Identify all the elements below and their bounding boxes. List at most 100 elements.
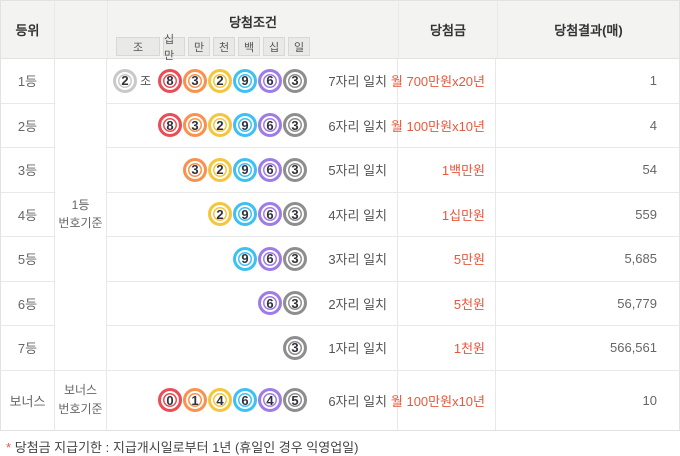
digit-label-1: 일 [288,37,310,56]
winning-balls: 3 [282,335,307,360]
prize-table: 등위 당첨조건 조 십만 만 천 백 십 일 당첨금 당첨결과(매) 1등 2등… [0,0,680,431]
winner-count: 56,779 [617,295,657,311]
prize-amount: 1십만원 [397,192,496,236]
table-row: 2963 4자리 일치 1십만원 559 [107,192,679,237]
table-row: 63 2자리 일치 5천원 56,779 [107,281,679,326]
lottery-ball: 2 [208,68,232,93]
winner-count: 10 [642,392,657,408]
rank-1: 1등 [1,59,54,104]
lottery-ball: 2 [208,157,232,182]
prize-amount: 5만원 [397,237,496,281]
result-rows: 2조832963 7자리 일치 월 700만원x20년 1 832963 6자리… [107,59,679,430]
match-label: 7자리 일치 [328,74,387,90]
lottery-ball: 3 [183,157,207,182]
winner-count: 566,561 [610,340,657,356]
basis-bonus-line2: 번호기준 [58,402,103,416]
basis-column: 1등 번호기준 보너스 번호기준 [54,59,107,430]
lottery-ball: 6 [258,202,282,227]
lottery-ball: 3 [283,157,307,182]
lottery-ball: 3 [283,202,307,227]
basis-bonus-line1: 보너스 [63,383,98,398]
lottery-ball: 0 [158,388,182,412]
lottery-ball: 2 [208,202,232,227]
lottery-ball: 8 [158,113,182,138]
header-condition-label: 당첨조건 [229,15,277,30]
winning-balls: 832963 [157,113,307,138]
match-label: 6자리 일치 [328,118,387,134]
prize-amount: 월 100만원x10년 [391,103,496,147]
lottery-ball: 6 [258,157,282,182]
rank-6: 6등 [1,282,54,326]
footnote-asterisk: * [6,439,12,455]
basis-bonus: 보너스 번호기준 [55,371,106,430]
rank-bonus: 보너스 [9,393,46,409]
condition-cell: 2963 4자리 일치 [107,193,397,237]
lottery-ball: 6 [258,113,282,138]
winning-balls: 2963 [207,202,307,227]
winner-count: 1 [649,73,657,89]
match-label: 6자리 일치 [328,393,387,409]
group-unit-label: 조 [139,74,151,89]
prize-amount: 월 700만원x20년 [391,59,496,103]
digit-place-labels: 조 십만 만 천 백 십 일 [116,34,310,62]
match-label: 3자리 일치 [328,252,387,268]
winning-balls: 014645 [157,388,307,412]
condition-cell: 63 2자리 일치 [107,282,397,326]
condition-cell: 3 1자리 일치 [107,326,397,370]
basis-first-line2: 번호기준 [58,216,103,231]
rank-4: 4등 [1,193,54,237]
rank-3: 3등 [1,148,54,193]
digit-label-100: 백 [238,37,260,56]
winning-balls: 2조832963 [112,68,307,93]
payment-deadline-note: * 당첨금 지급기한 : 지급개시일로부터 1년 (휴일인 경우 익영업일) [0,437,680,456]
prize-amount: 월 100만원x10년 [391,370,496,430]
lottery-ball: 3 [283,246,307,271]
digit-label-1k: 천 [213,37,235,56]
lottery-ball: 9 [233,113,257,138]
lottery-ball: 2 [112,68,137,93]
match-label: 5자리 일치 [328,163,387,179]
winner-count: 5,685 [624,251,657,267]
lottery-ball: 3 [283,335,307,360]
lottery-ball: 4 [258,388,282,412]
table-header: 등위 당첨조건 조 십만 만 천 백 십 일 당첨금 당첨결과(매) [1,1,679,62]
table-row: 963 3자리 일치 5만원 5,685 [107,237,679,282]
lottery-ball: 4 [208,388,232,412]
lottery-ball: 3 [183,68,207,93]
digit-label-group: 조 [116,37,160,56]
winning-balls: 32963 [182,157,307,182]
rank-2: 2등 [1,104,54,148]
table-row: 32963 5자리 일치 1백만원 54 [107,148,679,193]
lottery-ball: 3 [283,113,307,138]
rank-column: 1등 2등 3등 4등 5등 6등 7등 보너스 [1,59,54,430]
lottery-ball: 8 [158,68,182,93]
winner-count: 4 [649,117,657,133]
lottery-ball: 6 [258,246,282,271]
match-label: 4자리 일치 [328,207,387,223]
header-result: 당첨결과(매) [497,1,679,58]
digit-label-10k: 만 [188,37,210,56]
header-basis-spacer [54,1,107,58]
lottery-ball: 6 [258,68,282,93]
table-row: 832963 6자리 일치 월 100만원x10년 4 [107,103,679,148]
prize-amount: 1천원 [397,326,496,370]
winner-count: 54 [642,162,657,178]
condition-cell: 014645 6자리 일치 [107,371,397,430]
winning-balls: 963 [232,246,307,271]
lottery-ball: 2 [208,113,232,138]
table-body: 1등 2등 3등 4등 5등 6등 7등 보너스 1등 번호기준 보너스 번호기… [1,59,679,430]
lottery-ball: 1 [183,388,207,412]
header-rank: 등위 [15,23,40,38]
header-prize: 당첨금 [398,1,497,58]
lottery-ball: 3 [283,68,307,93]
basis-first-line1: 1등 [71,197,90,212]
rank-5: 5등 [1,237,54,282]
basis-first-prize: 1등 번호기준 [55,59,106,371]
lottery-ball: 9 [233,246,257,271]
condition-cell: 2조832963 7자리 일치 [107,59,397,103]
lottery-ball: 9 [233,157,257,182]
lottery-ball: 6 [233,388,257,412]
condition-cell: 963 3자리 일치 [107,237,397,281]
prize-amount: 1백만원 [397,148,496,192]
prize-amount: 5천원 [397,281,496,325]
